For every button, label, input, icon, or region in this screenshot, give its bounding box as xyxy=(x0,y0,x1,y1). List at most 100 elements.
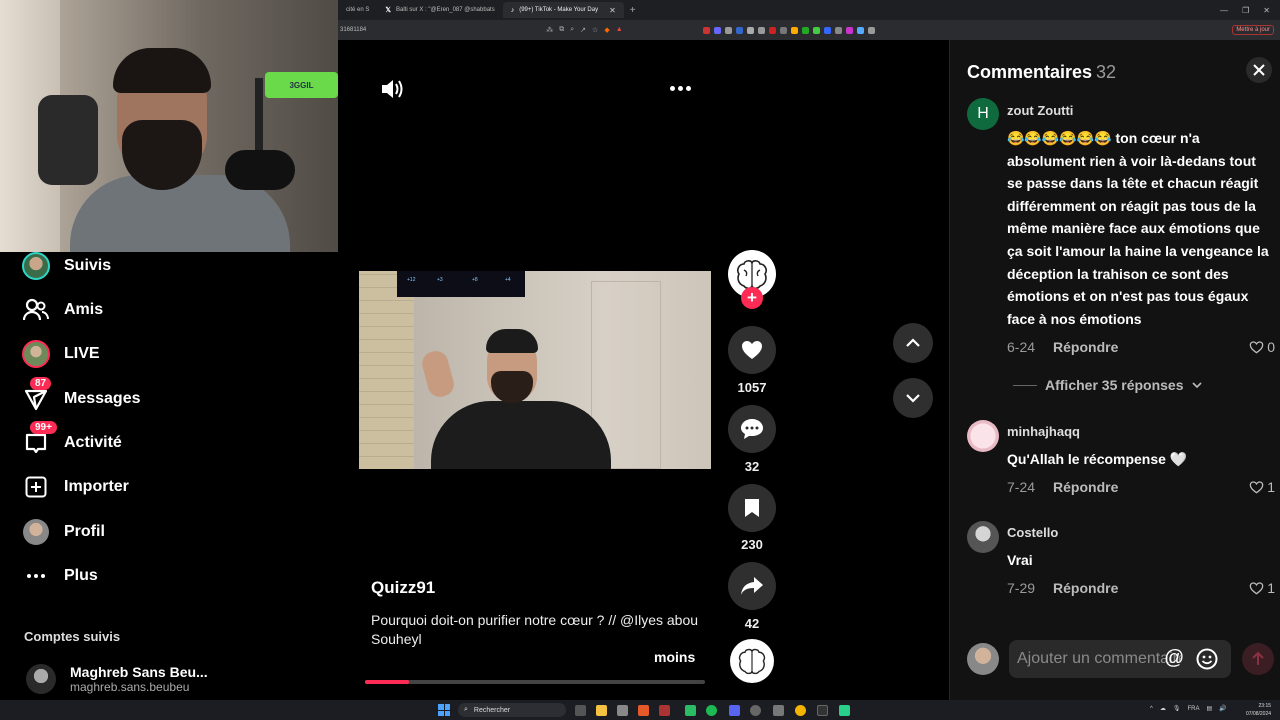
extension-icon[interactable] xyxy=(812,26,820,34)
comment-like-button[interactable]: 1 xyxy=(1249,479,1275,495)
new-tab-icon[interactable]: + xyxy=(624,5,642,16)
extension-icon[interactable] xyxy=(779,26,787,34)
nav-item-messages[interactable]: 87 Messages xyxy=(22,377,141,414)
nav-item-live[interactable]: LIVE xyxy=(22,339,100,369)
video-frame[interactable]: +12 +3 +8 +4 xyxy=(359,271,711,469)
chevron-up-icon[interactable]: ^ xyxy=(1150,706,1153,712)
update-button[interactable]: Mettre à jour xyxy=(1232,25,1274,35)
extension-icon[interactable] xyxy=(790,26,798,34)
activity-badge: 99+ xyxy=(30,421,57,434)
app-icon[interactable] xyxy=(617,705,628,716)
extension-icon[interactable] xyxy=(746,26,754,34)
video-more-options-icon[interactable] xyxy=(668,80,692,96)
collapse-description-button[interactable]: moins xyxy=(654,649,695,665)
avatar[interactable] xyxy=(967,420,999,452)
maximize-icon[interactable]: ❐ xyxy=(1242,6,1249,15)
taskbar-clock[interactable]: 23:15 07/08/2024 xyxy=(1246,702,1271,718)
comment-username[interactable]: zout Zoutti xyxy=(1007,103,1073,118)
comment-username[interactable]: Costello xyxy=(1007,525,1058,540)
windows-start-icon[interactable] xyxy=(438,704,450,716)
cloud-icon[interactable]: ☁ xyxy=(1160,705,1166,712)
comment-username[interactable]: minhajhaqq xyxy=(1007,424,1080,439)
nav-item-more[interactable]: Plus xyxy=(22,561,98,591)
nav-item-following[interactable]: Suivis xyxy=(22,251,111,281)
network-icon[interactable]: ▤ xyxy=(1206,705,1212,712)
extension-icon[interactable] xyxy=(713,26,721,34)
spotify-icon[interactable] xyxy=(706,705,717,716)
task-view-icon[interactable] xyxy=(575,705,586,716)
show-replies-button[interactable]: Afficher 35 réponses xyxy=(1013,377,1202,393)
browser-tab-1[interactable]: cité en S xyxy=(338,2,377,18)
close-comments-button[interactable] xyxy=(1246,57,1272,83)
extension-icon[interactable] xyxy=(867,26,875,34)
nav-item-profile[interactable]: Profil xyxy=(22,517,105,547)
translate-icon[interactable]: ⁂ xyxy=(546,26,553,34)
video-progress-bar[interactable] xyxy=(365,680,705,684)
avatar[interactable]: H xyxy=(967,98,999,130)
extension-icon[interactable] xyxy=(823,26,831,34)
music-disc[interactable] xyxy=(730,639,774,683)
heart-outline-icon xyxy=(1249,480,1264,493)
chevron-up-icon xyxy=(906,338,920,347)
browser-tab-2[interactable]: 𝕏 Balti sur X : "@Eren_087 @shabbats xyxy=(377,2,502,18)
save-button[interactable] xyxy=(728,484,776,532)
terminal-icon[interactable] xyxy=(817,705,828,716)
brave-shield-icon[interactable]: ◆ xyxy=(604,26,609,34)
previous-video-button[interactable] xyxy=(893,323,933,363)
share-icon[interactable]: ↗ xyxy=(580,26,586,34)
extension-icon[interactable] xyxy=(768,26,776,34)
extension-icon[interactable] xyxy=(757,26,765,34)
reply-button[interactable]: Répondre xyxy=(1053,479,1118,495)
reply-button[interactable]: Répondre xyxy=(1053,339,1118,355)
followed-account-item[interactable]: Maghreb Sans Beu... maghreb.sans.beubeu xyxy=(26,664,208,694)
nav-item-upload[interactable]: Importer xyxy=(22,472,129,502)
language-indicator[interactable]: FRA xyxy=(1187,706,1199,712)
browser-tab-3[interactable]: ♪ (99+) TikTok - Make Your Day ✕ xyxy=(502,2,624,18)
volume-icon[interactable] xyxy=(380,78,404,100)
obs-icon[interactable] xyxy=(750,705,761,716)
comment-like-button[interactable]: 1 xyxy=(1249,580,1275,596)
alert-icon[interactable]: ▲ xyxy=(616,26,623,34)
send-comment-button[interactable] xyxy=(1242,643,1274,675)
app-icon[interactable] xyxy=(659,705,670,716)
divider xyxy=(1013,384,1037,386)
brave-icon[interactable] xyxy=(638,705,649,716)
mention-icon[interactable]: @ xyxy=(1164,647,1184,670)
chrome-icon[interactable] xyxy=(795,705,806,716)
extension-icon[interactable] xyxy=(856,26,864,34)
comment-like-button[interactable]: 0 xyxy=(1249,339,1275,355)
avatar[interactable] xyxy=(967,521,999,553)
extension-icon[interactable] xyxy=(801,26,809,34)
minimize-icon[interactable]: — xyxy=(1220,6,1228,15)
share-button[interactable] xyxy=(728,562,776,610)
file-explorer-icon[interactable] xyxy=(596,705,607,716)
nav-item-friends[interactable]: Amis xyxy=(22,295,103,325)
close-tab-icon[interactable]: ✕ xyxy=(609,6,616,15)
follow-button[interactable]: + xyxy=(741,287,763,309)
extension-icon[interactable] xyxy=(702,26,710,34)
taskbar-search[interactable]: ⌕ Rechercher xyxy=(458,703,566,717)
extension-icon[interactable] xyxy=(834,26,842,34)
discord-icon[interactable] xyxy=(729,705,740,716)
reply-button[interactable]: Répondre xyxy=(1053,580,1118,596)
zoom-icon[interactable]: ⌕ xyxy=(570,26,574,34)
bookmark-icon[interactable]: ☆ xyxy=(592,26,598,34)
app-icon[interactable] xyxy=(773,705,784,716)
microphone-icon[interactable]: 🎙 xyxy=(1173,705,1181,712)
app-icon[interactable] xyxy=(839,705,850,716)
extension-icon[interactable] xyxy=(724,26,732,34)
emoji-icon[interactable] xyxy=(1196,648,1218,670)
speaker-icon[interactable]: 🔊 xyxy=(1219,705,1226,712)
next-video-button[interactable] xyxy=(893,378,933,418)
close-window-icon[interactable]: ✕ xyxy=(1263,6,1270,15)
nav-item-activity[interactable]: 99+ Activité xyxy=(22,421,122,458)
video-author[interactable]: Quizz91 xyxy=(371,578,435,598)
extension-icon[interactable] xyxy=(735,26,743,34)
comment-button[interactable] xyxy=(728,405,776,453)
like-button[interactable] xyxy=(728,326,776,374)
extension-icon[interactable] xyxy=(845,26,853,34)
open-icon[interactable]: ⧉ xyxy=(559,26,564,34)
comment-item: minhajhaqq Qu'Allah le récompense 🤍 7-24… xyxy=(967,420,1277,500)
browser-address-bar[interactable]: 31681184 ⁂ ⧉ ⌕ ↗ ☆ ◆ ▲ Mettre à jour xyxy=(338,20,1280,40)
whatsapp-icon[interactable] xyxy=(685,705,696,716)
